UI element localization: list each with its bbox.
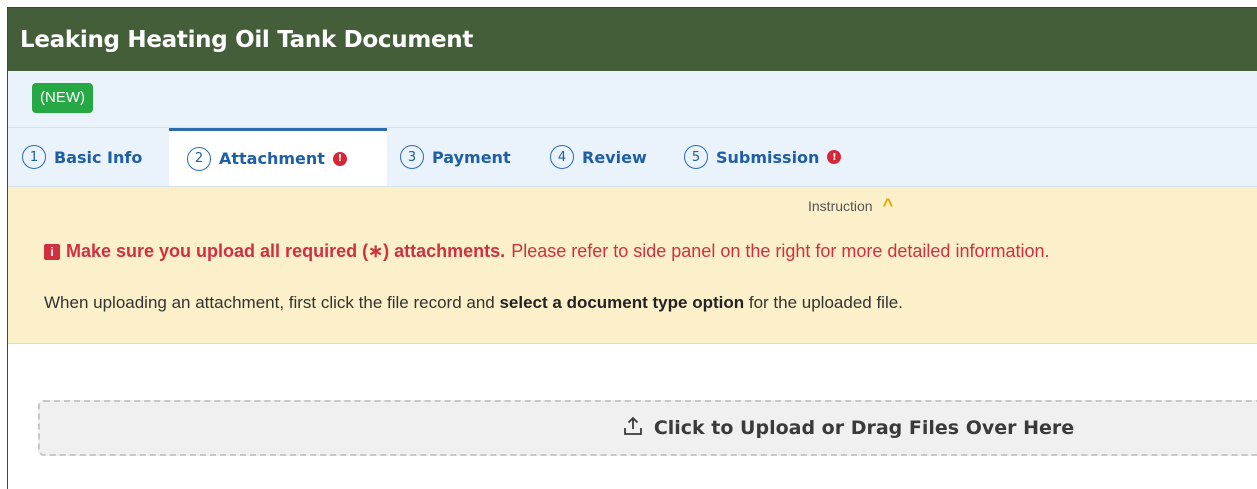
step-number: 4 xyxy=(550,145,574,169)
tab-review[interactable]: 4 Review xyxy=(550,128,647,186)
status-row: (NEW) xyxy=(8,71,1257,128)
instruction-toggle[interactable]: Instruction ^ xyxy=(808,195,893,216)
error-icon: ! xyxy=(332,151,347,166)
warning-strong: Make sure you upload all required (∗) at… xyxy=(66,241,506,261)
step-number: 5 xyxy=(684,145,708,169)
tab-payment[interactable]: 3 Payment xyxy=(400,128,511,186)
instruction-panel: Instruction ^ i Make sure you upload all… xyxy=(8,187,1257,344)
instruction-toggle-label: Instruction xyxy=(808,197,873,214)
tab-label: Attachment xyxy=(219,149,325,168)
document-window: Leaking Heating Oil Tank Document (NEW) … xyxy=(7,7,1257,489)
step-number: 1 xyxy=(22,145,46,169)
upload-hint: When uploading an attachment, first clic… xyxy=(44,293,903,313)
warning-rest: Please refer to side panel on the right … xyxy=(511,241,1050,261)
step-number: 2 xyxy=(187,146,211,171)
warning-message: i Make sure you upload all required (∗) … xyxy=(44,241,1050,262)
upload-label: Click to Upload or Drag Files Over Here xyxy=(653,417,1075,439)
hint-bold: select a document type option xyxy=(499,293,745,312)
tab-attachment[interactable]: 2 Attachment ! xyxy=(169,128,387,186)
tab-label: Payment xyxy=(432,147,511,167)
tab-label: Submission xyxy=(716,147,820,167)
tab-label: Review xyxy=(582,147,647,167)
step-tabs: 1 Basic Info 2 Attachment ! 3 Payment 4 … xyxy=(8,128,1257,187)
page-title: Leaking Heating Oil Tank Document xyxy=(8,8,1257,71)
upload-icon xyxy=(622,415,644,442)
chevron-up-icon: ^ xyxy=(882,195,894,215)
info-square-icon: i xyxy=(44,243,60,260)
hint-text: When uploading an attachment, first clic… xyxy=(44,293,500,312)
status-badge: (NEW) xyxy=(32,83,93,113)
upload-dropzone[interactable]: Click to Upload or Drag Files Over Here xyxy=(38,400,1257,456)
error-icon: ! xyxy=(827,150,842,164)
tab-label: Basic Info xyxy=(54,147,143,167)
step-number: 3 xyxy=(400,145,424,169)
tab-submission[interactable]: 5 Submission ! xyxy=(684,128,842,186)
tab-basic-info[interactable]: 1 Basic Info xyxy=(22,128,142,186)
hint-text-end: for the uploaded file. xyxy=(744,293,903,312)
